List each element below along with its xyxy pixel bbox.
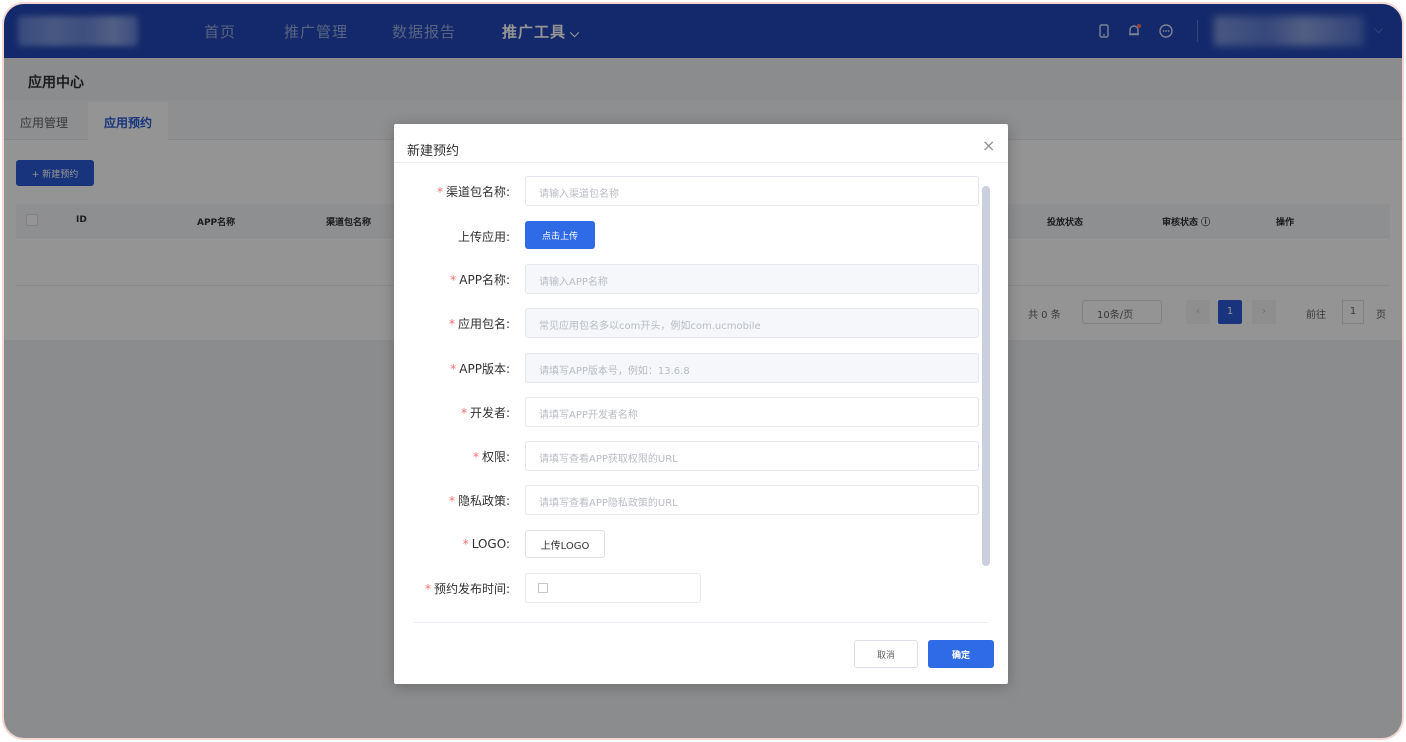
dialog-title: 新建预约 — [407, 144, 460, 159]
app-name-input[interactable]: 请输入APP名称 — [525, 264, 979, 294]
developer-label-text: 开发者: — [469, 406, 510, 420]
form-row-privacy-policy: * 隐私政策: 请填写查看APP隐私政策的URL — [394, 485, 979, 515]
release-time-label: * 预约发布时间: — [425, 580, 510, 597]
app-version-label-text: APP版本: — [459, 362, 510, 376]
app-name-label-text: APP名称: — [459, 273, 510, 287]
form-row-app-version: * APP版本: 请填写APP版本号，例如：13.6.8 — [394, 353, 979, 383]
form-row-logo: * LOGO: 上传LOGO — [394, 530, 974, 560]
channel-package-label-text: 渠道包名称: — [445, 185, 510, 199]
calendar-icon — [538, 583, 548, 593]
package-name-input[interactable]: 常见应用包名多以com开头，例如com.ucmobile — [525, 308, 979, 338]
dialog-header-divider — [394, 162, 1008, 163]
required-mark: * — [460, 406, 467, 420]
app-version-label: * APP版本: — [450, 360, 510, 377]
app-name-label: * APP名称: — [450, 271, 510, 288]
required-mark: * — [472, 450, 479, 464]
release-time-label-text: 预约发布时间: — [433, 582, 510, 596]
required-mark: * — [462, 537, 469, 551]
logo-label-text: LOGO: — [471, 537, 510, 551]
permissions-label-text: 权限: — [481, 450, 510, 464]
close-icon[interactable]: × — [982, 136, 995, 155]
required-mark: * — [448, 494, 455, 508]
upload-app-label: 上传应用: — [457, 230, 510, 244]
package-name-label-text: 应用包名: — [457, 317, 510, 331]
form-row-package-name: * 应用包名: 常见应用包名多以com开头，例如com.ucmobile — [394, 308, 979, 338]
cancel-button[interactable]: 取消 — [854, 640, 918, 668]
form-row-upload-app: 上传应用: 点击上传 — [394, 221, 974, 251]
required-mark: * — [450, 273, 457, 287]
permissions-label: * 权限: — [473, 448, 510, 465]
required-mark: * — [436, 185, 443, 199]
privacy-policy-input[interactable]: 请填写查看APP隐私政策的URL — [525, 485, 979, 515]
package-name-label: * 应用包名: — [449, 315, 510, 332]
dialog-scrollbar[interactable] — [982, 186, 990, 566]
required-mark: * — [424, 582, 431, 596]
form-row-release-time: * 预约发布时间: — [394, 573, 974, 603]
app-window: 首页 推广管理 数据报告 推广工具 ⌵ ⌵ 应用中心 应用管理 应用预约 + 新建… — [4, 4, 1402, 738]
permissions-input[interactable]: 请填写查看APP获取权限的URL — [525, 441, 979, 471]
required-mark: * — [450, 362, 457, 376]
form-row-developer: * 开发者: 请填写APP开发者名称 — [394, 397, 979, 427]
form-row-channel-package: * 渠道包名称: 请输入渠道包名称 — [394, 176, 979, 206]
app-version-input[interactable]: 请填写APP版本号，例如：13.6.8 — [525, 353, 979, 383]
required-mark: * — [448, 317, 455, 331]
privacy-policy-label-text: 隐私政策: — [457, 494, 510, 508]
logo-label: * LOGO: — [463, 537, 510, 551]
dialog-footer-divider — [414, 622, 988, 623]
confirm-button[interactable]: 确定 — [928, 640, 994, 668]
channel-package-label: * 渠道包名称: — [437, 183, 510, 200]
channel-package-input[interactable]: 请输入渠道包名称 — [525, 176, 979, 206]
developer-input[interactable]: 请填写APP开发者名称 — [525, 397, 979, 427]
upload-logo-button[interactable]: 上传LOGO — [525, 530, 605, 558]
form-row-permissions: * 权限: 请填写查看APP获取权限的URL — [394, 441, 979, 471]
new-reservation-dialog: 新建预约 × * 渠道包名称: 请输入渠道包名称 上传应用: 点击上传 * APP名… — [394, 124, 1008, 684]
upload-app-button[interactable]: 点击上传 — [525, 221, 595, 249]
developer-label: * 开发者: — [461, 404, 510, 421]
release-time-picker[interactable] — [525, 573, 701, 603]
form-row-app-name: * APP名称: 请输入APP名称 — [394, 264, 979, 294]
privacy-policy-label: * 隐私政策: — [449, 492, 510, 509]
